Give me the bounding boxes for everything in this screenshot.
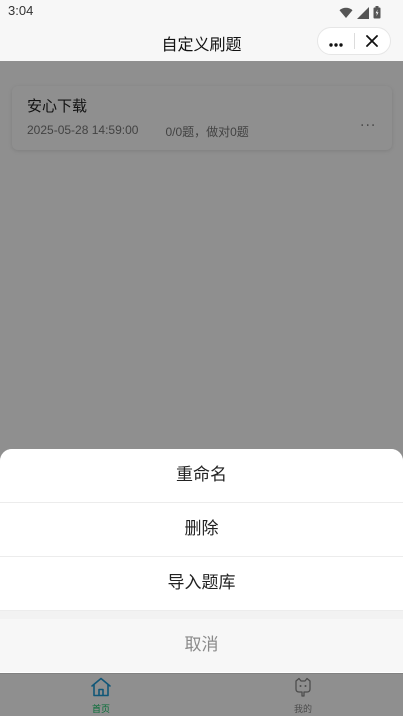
import-question-bank-button[interactable]: 导入题库: [0, 557, 403, 611]
wifi-icon: [339, 4, 353, 23]
cancel-button[interactable]: 取消: [0, 619, 403, 672]
nav-bar: 自定义刷题: [0, 23, 403, 61]
rename-button[interactable]: 重命名: [0, 449, 403, 503]
action-sheet: 重命名 删除 导入题库 取消: [0, 449, 403, 673]
signal-icon: [357, 4, 369, 23]
status-icons: [339, 4, 381, 23]
more-dots-icon: [329, 32, 343, 51]
mini-program-capsule: [317, 27, 391, 55]
capsule-more-button[interactable]: [318, 28, 354, 54]
sheet-separator: [0, 611, 403, 619]
delete-button[interactable]: 删除: [0, 503, 403, 557]
close-icon: [366, 32, 379, 51]
status-bar: 3:04: [0, 0, 403, 23]
capsule-close-button[interactable]: [354, 28, 390, 54]
battery-icon: [373, 4, 381, 23]
status-time: 3:04: [8, 3, 34, 18]
